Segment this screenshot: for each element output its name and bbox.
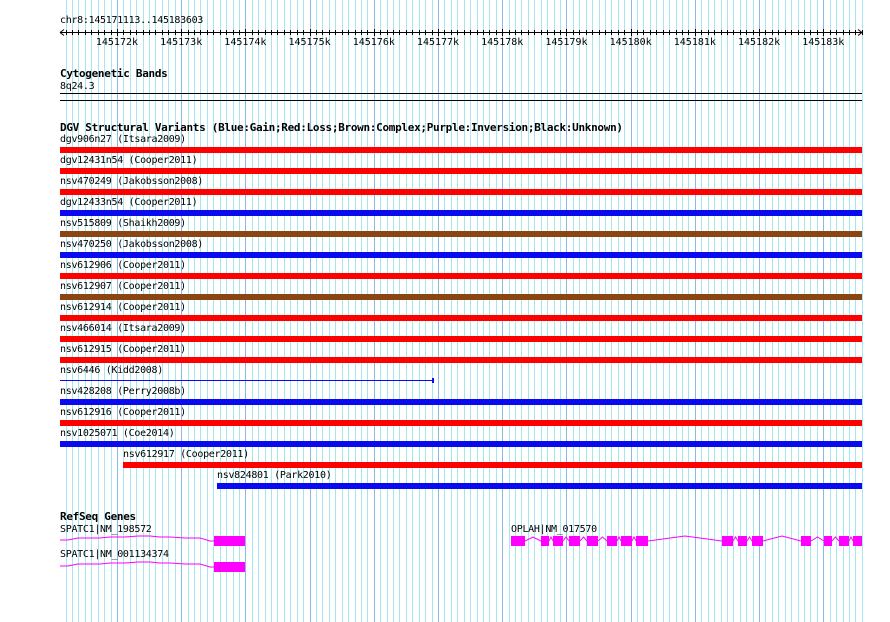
gene-exon[interactable]	[722, 536, 733, 546]
gene-intron	[60, 561, 214, 568]
gene-intron	[579, 536, 588, 542]
gene-intron	[60, 535, 214, 542]
gene-exon[interactable]	[621, 536, 632, 546]
gene-intron	[524, 536, 542, 542]
gene-exon[interactable]	[636, 536, 648, 546]
gene-exon[interactable]	[214, 536, 245, 546]
gene-exon[interactable]	[214, 562, 245, 572]
gene-intron	[746, 536, 753, 542]
gene-exon[interactable]	[553, 536, 563, 546]
gene-intron	[810, 536, 825, 542]
gene-intron	[647, 535, 723, 542]
gene-exon[interactable]	[738, 536, 747, 546]
refseq-genes-track	[60, 535, 862, 572]
gene-intron	[548, 535, 554, 542]
gene-intron	[848, 535, 854, 542]
gene-exon[interactable]	[824, 536, 832, 546]
gene-exon[interactable]	[853, 536, 862, 546]
gene-intron	[562, 536, 570, 542]
gene-exon[interactable]	[569, 536, 580, 546]
gene-exon[interactable]	[752, 536, 763, 546]
gene-intron	[732, 536, 739, 542]
gene-exon[interactable]	[839, 536, 849, 546]
gene-intron	[597, 536, 608, 542]
genome-browser-panel: chr8:145171113..145183603 145172k 145173k…	[0, 0, 890, 622]
gene-exon[interactable]	[801, 536, 811, 546]
gene-intron	[762, 535, 802, 542]
gene-exon[interactable]	[587, 536, 598, 546]
gene-exon[interactable]	[541, 536, 549, 546]
gene-exon[interactable]	[607, 536, 617, 546]
gene-intron	[831, 536, 840, 542]
gene-intron	[616, 535, 622, 542]
gene-intron	[631, 535, 637, 542]
gene-exon[interactable]	[511, 536, 525, 546]
